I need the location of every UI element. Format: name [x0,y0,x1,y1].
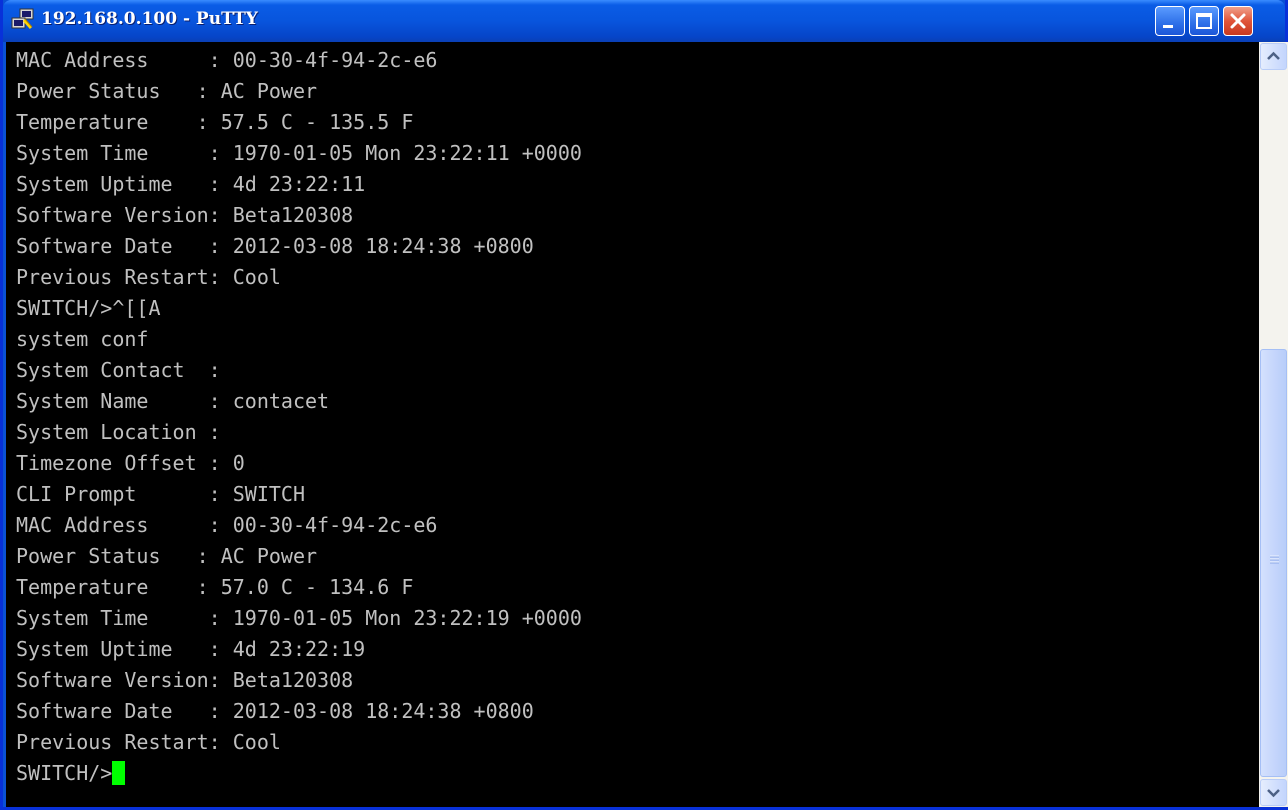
terminal-line: Power Status : AC Power [16,544,318,568]
terminal-line: Software Date : 2012-03-08 18:24:38 +080… [16,699,534,723]
close-button[interactable] [1223,6,1253,36]
terminal-line: Temperature : 57.5 C - 135.5 F [16,110,414,134]
terminal-line: Software Version: Beta120308 [16,668,354,692]
terminal-line: CLI Prompt : SWITCH [16,482,305,506]
maximize-button[interactable] [1189,6,1219,36]
minimize-icon [1163,25,1173,28]
terminal-line: Temperature : 57.0 C - 134.6 F [16,575,414,599]
title-bar[interactable]: 192.168.0.100 - PuTTY [3,0,1285,42]
terminal-line: System Uptime : 4d 23:22:11 [16,172,366,196]
terminal-line: System Uptime : 4d 23:22:19 [16,637,366,661]
terminal-line: Previous Restart: Cool [16,265,281,289]
terminal-line: Timezone Offset : 0 [16,451,245,475]
terminal-output: MAC Address : 00-30-4f-94-2c-e6 Power Sta… [16,45,582,789]
minimize-button[interactable] [1155,6,1185,36]
scroll-thumb[interactable] [1260,349,1287,777]
chevron-up-icon [1267,51,1280,60]
command-prompt: SWITCH/> [16,761,113,785]
maximize-icon [1196,13,1212,29]
terminal-prompt-line: SWITCH/> [16,758,582,789]
terminal-line: Power Status : AC Power [16,79,318,103]
terminal-line: Previous Restart: Cool [16,730,281,754]
terminal-line: System Location : [16,420,221,444]
terminal-screen[interactable]: MAC Address : 00-30-4f-94-2c-e6 Power Sta… [6,42,1259,807]
terminal-line: System Time : 1970-01-05 Mon 23:22:11 +0… [16,141,582,165]
scroll-up-button[interactable] [1260,43,1287,70]
text-cursor [112,761,126,785]
terminal-line: MAC Address : 00-30-4f-94-2c-e6 [16,48,438,72]
terminal-line: System Contact : [16,358,221,382]
grip-icon [1270,555,1279,564]
chevron-down-icon [1267,789,1280,798]
terminal-line: System Time : 1970-01-05 Mon 23:22:19 +0… [16,606,582,630]
terminal-line: system conf [16,327,149,351]
terminal-line: Software Version: Beta120308 [16,203,354,227]
vertical-scrollbar[interactable] [1259,42,1288,807]
terminal-line: MAC Address : 00-30-4f-94-2c-e6 [16,513,438,537]
terminal-line: System Name : contacet [16,389,330,413]
window-title: 192.168.0.100 - PuTTY [41,9,258,29]
putty-icon[interactable] [11,8,35,32]
terminal-line: SWITCH/>^[[A [16,296,161,320]
putty-window: 192.168.0.100 - PuTTY MAC Address : 00-3… [0,0,1288,810]
close-icon [1230,13,1246,29]
scroll-down-button[interactable] [1260,779,1287,806]
terminal-line: Software Date : 2012-03-08 18:24:38 +080… [16,234,534,258]
